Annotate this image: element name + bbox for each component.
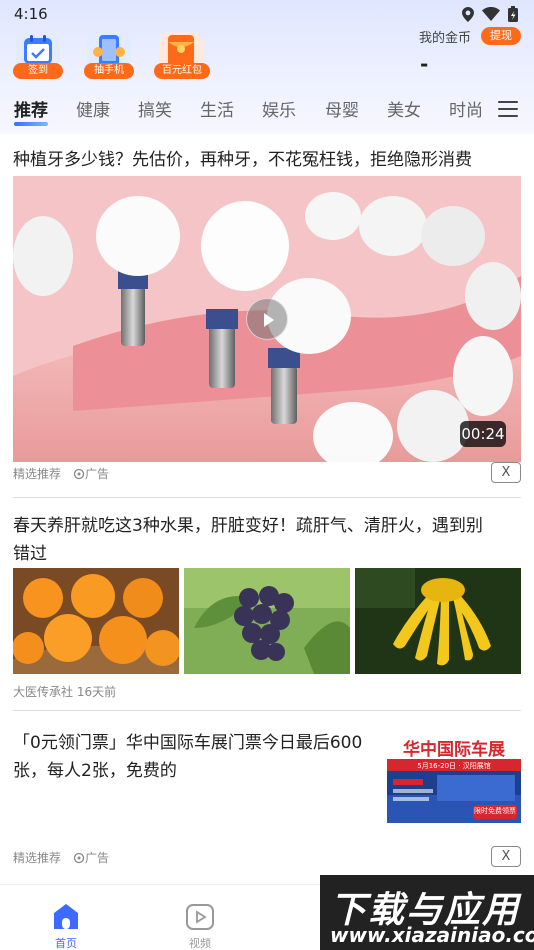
title-line-2: 张，每人2张，免费的 — [13, 761, 177, 781]
divider — [13, 497, 521, 498]
nav-video-label: 视频 — [189, 937, 211, 950]
tab-recommend[interactable]: 推荐 — [14, 96, 48, 121]
tab-health[interactable]: 健康 — [76, 96, 110, 121]
auto-show-banner[interactable]: 华中国际车展 5月16-20日 · 汉阳展馆 限时免费领票 — [387, 733, 521, 823]
quick-red-packet-label: 百元红包 — [154, 63, 210, 79]
oranges-image[interactable] — [13, 568, 179, 674]
ad-icon — [73, 852, 85, 864]
location-icon — [462, 6, 474, 22]
title-line-1: 「0元领门票」华中国际车展门票今日最后600 — [13, 733, 363, 753]
feed-item-source: 精选推荐 — [13, 467, 62, 481]
active-tab-indicator — [14, 122, 48, 126]
quick-checkin-label: 签到 — [13, 63, 63, 79]
battery-icon — [508, 6, 518, 22]
play-icon[interactable] — [246, 298, 288, 340]
tab-fashion[interactable]: 时尚 — [449, 96, 483, 121]
video-icon — [186, 904, 214, 930]
feed-item-title[interactable]: 春天养肝就吃这3种水果，肝脏变好！疏肝气、清肝火，遇到别 错过 — [13, 512, 483, 568]
watermark-url: www.xiazainiao.com — [330, 923, 534, 947]
ad-banner-title: 华中国际车展 — [403, 740, 505, 760]
nav-home-label: 首页 — [55, 937, 77, 950]
tab-entertainment[interactable]: 娱乐 — [262, 96, 296, 121]
tab-beauty[interactable]: 美女 — [387, 96, 421, 121]
status-time: 4:16 — [14, 5, 48, 23]
feed-item-title[interactable]: 种植牙多少钱？先估价，再种牙，不花冤枉钱，拒绝隐形消费 — [13, 146, 472, 174]
quick-red-packet[interactable]: 百元红包 — [153, 32, 210, 80]
quick-draw-phone[interactable]: 抽手机 — [81, 32, 137, 80]
tab-parenting[interactable]: 母婴 — [325, 96, 359, 121]
title-line-2: 错过 — [13, 544, 47, 564]
dismiss-button[interactable]: X — [491, 846, 521, 867]
ad-icon — [73, 468, 85, 480]
nav-home[interactable]: 首页 — [26, 885, 106, 950]
header: 4:16 签到 抽手机 百元红包 我的金币 提现 - 推荐 健康 搞笑 生活 娱… — [0, 0, 534, 134]
divider — [13, 710, 521, 711]
quick-checkin[interactable]: 签到 — [10, 32, 66, 80]
title-line-1: 春天养肝就吃这3种水果，肝脏变好！疏肝气、清肝火，遇到别 — [13, 516, 483, 536]
dismiss-button[interactable]: X — [491, 462, 521, 483]
feed-item-title[interactable]: 「0元领门票」华中国际车展门票今日最后600 张，每人2张，免费的 — [13, 729, 383, 785]
watermark-logo: 下载与应用 www.xiazainiao.com — [320, 875, 534, 950]
menu-icon[interactable] — [498, 101, 518, 117]
status-icons — [462, 6, 518, 22]
app-screen: 4:16 签到 抽手机 百元红包 我的金币 提现 - 推荐 健康 搞笑 生活 娱… — [0, 0, 534, 950]
coins-value: - — [420, 52, 429, 76]
video-thumbnail[interactable] — [13, 176, 521, 462]
video-duration: 00:24 — [460, 421, 506, 447]
wifi-icon — [482, 7, 500, 21]
coins-label: 我的金币 — [419, 31, 472, 46]
feed-item-meta: 大医传承社 16天前 — [13, 685, 117, 699]
ad-label: 广告 — [85, 467, 110, 481]
ad-badge: 广告 — [73, 849, 109, 866]
grapes-image[interactable] — [184, 568, 350, 674]
status-bar: 4:16 — [0, 0, 534, 28]
home-icon — [54, 904, 78, 929]
tab-life[interactable]: 生活 — [200, 96, 234, 121]
quick-draw-phone-label: 抽手机 — [84, 63, 134, 79]
ad-label: 广告 — [85, 851, 110, 865]
fingered-citron-image[interactable] — [355, 568, 521, 674]
feed-item-source: 精选推荐 — [13, 851, 62, 865]
nav-video[interactable]: 视频 — [160, 885, 240, 950]
withdraw-button[interactable]: 提现 — [481, 27, 521, 45]
ad-banner-cta: 限时免费领票 — [474, 807, 516, 815]
tab-funny[interactable]: 搞笑 — [138, 96, 172, 121]
ad-banner-date: 5月16-20日 · 汉阳展馆 — [417, 762, 491, 770]
ad-badge: 广告 — [73, 465, 109, 482]
category-tabs: 推荐 健康 搞笑 生活 娱乐 母婴 美女 时尚 — [0, 96, 534, 126]
